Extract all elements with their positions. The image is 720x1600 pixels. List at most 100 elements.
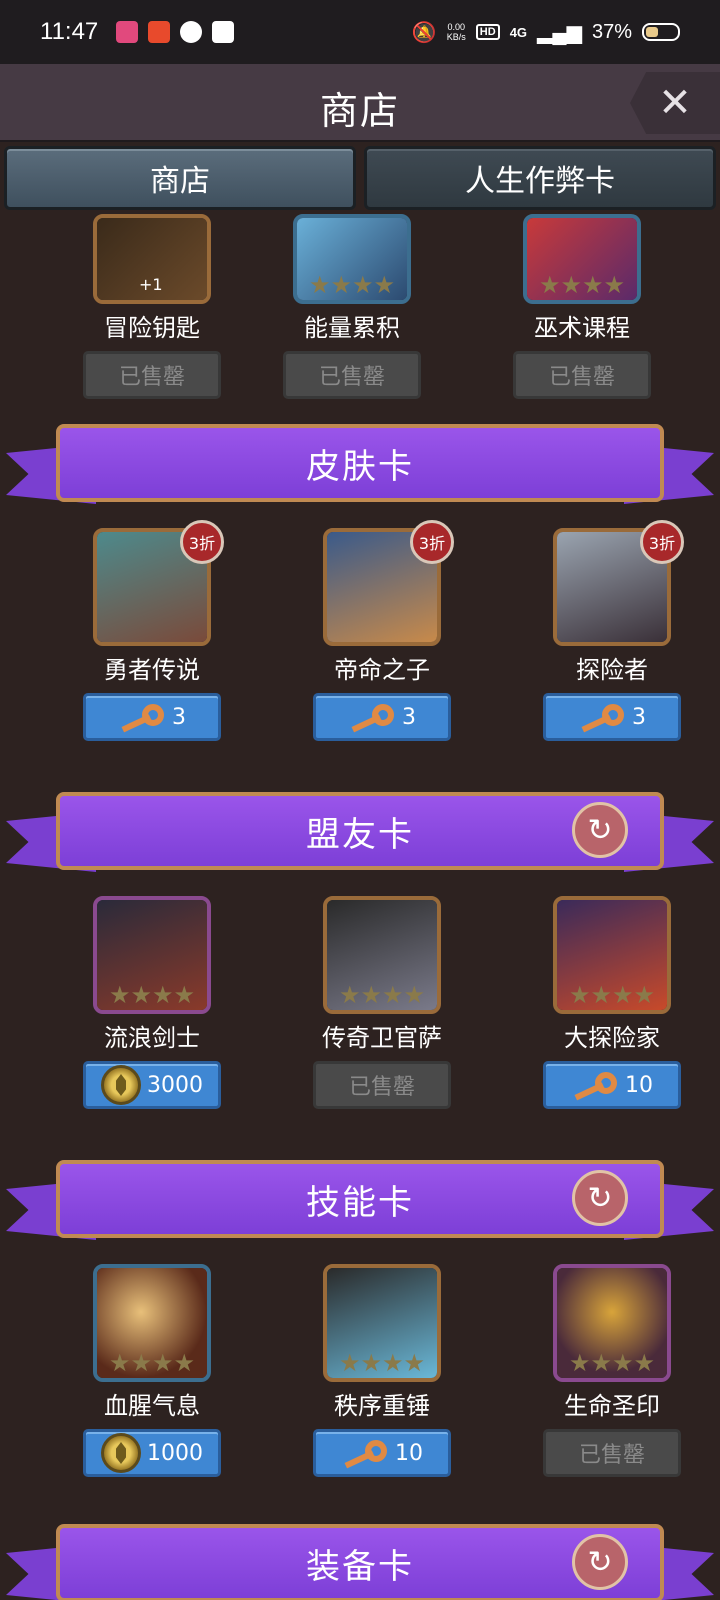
item-name: 勇者传说	[104, 656, 200, 684]
shop-item[interactable]: ★★★★ 流浪剑士 3000	[82, 896, 222, 1109]
battery-percent: 37%	[591, 20, 632, 43]
sold-out-label: 已售罄	[543, 1429, 681, 1477]
buy-button[interactable]: 3000	[83, 1061, 221, 1109]
signal-bars-icon: ▂▄▆	[537, 21, 582, 44]
star-rating: ★★★★	[108, 981, 196, 1009]
item-card: ★★★★	[323, 896, 441, 1014]
refresh-button[interactable]: ↻	[572, 1170, 628, 1226]
shop-item[interactable]: 3折 探险者 3	[542, 520, 684, 741]
item-card: ★★★★	[93, 896, 211, 1014]
star-rating: ★★★★	[538, 271, 626, 299]
battery-icon	[642, 23, 680, 41]
item-name: 冒险钥匙	[104, 314, 200, 342]
shop-item[interactable]: ★★★★ 巫术课程 已售罄	[512, 186, 652, 399]
sold-out-label: 已售罄	[83, 351, 221, 399]
sold-out-label: 已售罄	[513, 351, 651, 399]
refresh-icon: ↻	[587, 812, 613, 848]
close-button[interactable]: ✕	[630, 72, 720, 134]
notification-icons	[116, 21, 235, 43]
key-icon	[341, 1438, 389, 1469]
net-speed: 0.00 KB/s	[446, 22, 466, 42]
refresh-button[interactable]: ↻	[572, 802, 628, 858]
price-value: 3	[172, 704, 186, 730]
item-name: 巫术课程	[534, 314, 630, 342]
app-notification-icon	[148, 21, 171, 43]
star-rating: ★★★★	[568, 981, 656, 1009]
refresh-icon: ↻	[587, 1180, 613, 1216]
buy-button[interactable]: 3	[543, 693, 681, 741]
star-rating: ★★★★	[568, 1349, 656, 1377]
item-card: ★★★★	[93, 1264, 211, 1382]
sold-out-label: 已售罄	[313, 1061, 451, 1109]
quantity-badge: +1	[139, 275, 163, 294]
section-banner-ally: 盟友卡 ↻	[0, 792, 720, 892]
discount-badge: 3折	[410, 520, 454, 564]
item-name: 秩序重锤	[334, 1392, 430, 1420]
shop-item[interactable]: ★★★★ 能量累积 已售罄	[282, 186, 422, 399]
item-card: ★★★★	[293, 214, 411, 304]
item-card: ★★★★	[553, 896, 671, 1014]
buy-button[interactable]: 3	[313, 693, 451, 741]
price-value: 3	[402, 704, 416, 730]
mute-icon: 🔕	[411, 21, 437, 44]
item-name: 帝命之子	[334, 656, 430, 684]
item-card: ★★★★	[323, 1264, 441, 1382]
item-name: 流浪剑士	[104, 1024, 200, 1052]
item-name: 传奇卫官萨	[322, 1024, 442, 1052]
status-bar: 11:47 🔕 0.00 KB/s HD 4G ▂▄▆ 37%	[0, 0, 720, 64]
sold-out-label: 已售罄	[283, 351, 421, 399]
message-icon	[180, 21, 203, 43]
shop-item[interactable]: 3折 帝命之子 3	[312, 520, 454, 741]
close-icon: ✕	[658, 80, 692, 126]
key-icon	[578, 702, 626, 733]
refresh-icon: ↻	[587, 1544, 613, 1580]
discount-badge: 3折	[640, 520, 684, 564]
key-icon	[571, 1070, 619, 1101]
star-rating: ★★★★	[338, 981, 426, 1009]
star-rating: ★★★★	[308, 271, 396, 299]
discount-badge: 3折	[180, 520, 224, 564]
price-value: 1000	[147, 1440, 203, 1466]
item-card: ★★★★	[553, 1264, 671, 1382]
star-rating: ★★★★	[108, 1349, 196, 1377]
item-name: 探险者	[576, 656, 648, 684]
item-name: 能量累积	[304, 314, 400, 342]
header-bar: 商店 ✕	[0, 64, 720, 142]
section-banner-equip: 装备卡 ↻	[0, 1524, 720, 1600]
shop-item[interactable]: ★★★★ 血腥气息 1000	[82, 1264, 222, 1477]
item-name: 生命圣印	[564, 1392, 660, 1420]
price-value: 10	[625, 1072, 653, 1098]
refresh-button[interactable]: ↻	[572, 1534, 628, 1590]
buy-button[interactable]: 10	[543, 1061, 681, 1109]
section-banner-skin: 皮肤卡	[0, 424, 720, 524]
map-icon	[212, 21, 235, 43]
star-rating: ★★★★	[338, 1349, 426, 1377]
item-card: +1	[93, 214, 211, 304]
status-time: 11:47	[40, 18, 99, 45]
buy-button[interactable]: 3	[83, 693, 221, 741]
buy-button[interactable]: 10	[313, 1429, 451, 1477]
price-value: 10	[395, 1440, 423, 1466]
shop-item[interactable]: ★★★★ 生命圣印 已售罄	[542, 1264, 682, 1477]
section-banner-skill: 技能卡 ↻	[0, 1160, 720, 1260]
shop-item[interactable]: +1 冒险钥匙 已售罄	[82, 186, 222, 399]
key-icon	[348, 702, 396, 733]
shop-item[interactable]: ★★★★ 传奇卫官萨 已售罄	[312, 896, 452, 1109]
shop-item[interactable]: 3折 勇者传说 3	[82, 520, 224, 741]
item-name: 血腥气息	[104, 1392, 200, 1420]
item-name: 大探险家	[564, 1024, 660, 1052]
price-value: 3	[632, 704, 646, 730]
key-icon	[118, 702, 166, 733]
section-title: 皮肤卡	[56, 424, 664, 502]
shop-item[interactable]: ★★★★ 秩序重锤 10	[312, 1264, 452, 1477]
coin-icon	[101, 1433, 141, 1473]
buy-button[interactable]: 1000	[83, 1429, 221, 1477]
page-title: 商店	[319, 89, 400, 133]
signal-4g: 4G	[509, 24, 528, 40]
shop-item[interactable]: ★★★★ 大探险家 10	[542, 896, 682, 1109]
hd-icon: HD	[475, 24, 500, 40]
item-card: ★★★★	[523, 214, 641, 304]
coin-icon	[101, 1065, 141, 1105]
price-value: 3000	[147, 1072, 203, 1098]
app-notification-icon	[116, 21, 139, 43]
